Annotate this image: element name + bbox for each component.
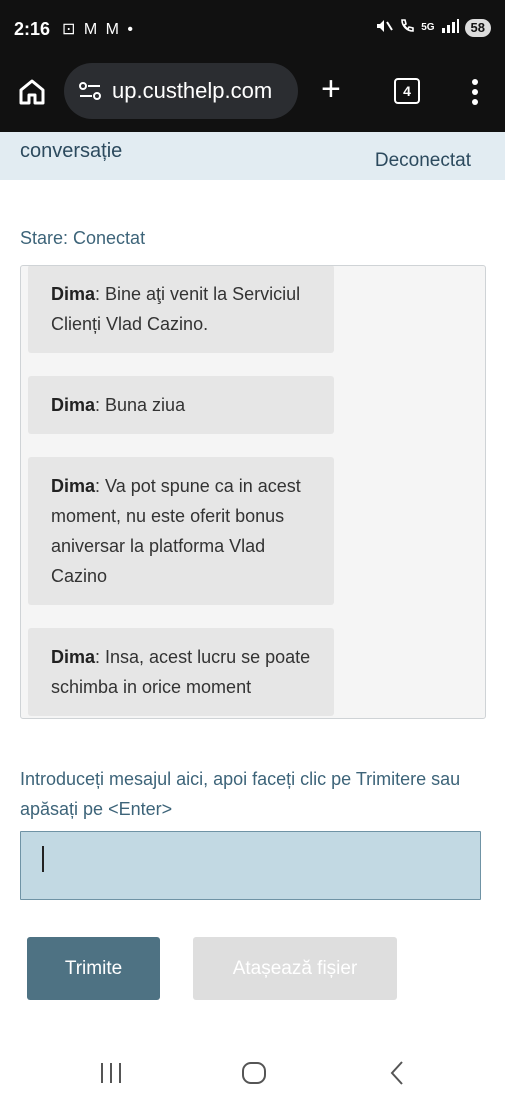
page-header: conversație Deconectat bbox=[0, 132, 505, 180]
chat-message: Dima: Insa, acest lucru se poate schimba… bbox=[28, 628, 334, 716]
home-button-icon[interactable] bbox=[241, 1061, 267, 1085]
call-icon bbox=[399, 18, 415, 37]
home-icon[interactable] bbox=[17, 77, 47, 107]
browser-toolbar: up.custhelp.com + 4 bbox=[0, 60, 505, 132]
disconnect-link[interactable]: Deconectat bbox=[375, 150, 471, 172]
message-author: Dima bbox=[51, 476, 96, 496]
tab-switcher-button[interactable]: 4 bbox=[394, 78, 420, 104]
message-author: Dima bbox=[51, 647, 96, 667]
message-author: Dima bbox=[51, 395, 96, 415]
network-type: 5G bbox=[421, 22, 435, 33]
new-tab-icon[interactable]: + bbox=[321, 72, 341, 106]
site-info-icon[interactable] bbox=[78, 81, 102, 101]
chat-message: Dima: Buna ziua bbox=[28, 376, 334, 434]
chat-status: Stare: Conectat bbox=[20, 228, 146, 248]
status-time: 2:16 bbox=[14, 19, 51, 39]
url-bar[interactable]: up.custhelp.com bbox=[64, 63, 298, 119]
send-button[interactable]: Trimite bbox=[27, 937, 160, 1000]
notification-icons: ⊡ M M • bbox=[62, 21, 135, 38]
input-prompt: Introduceți mesajul aici, apoi faceți cl… bbox=[20, 769, 461, 819]
more-menu-icon[interactable] bbox=[465, 77, 485, 107]
system-nav-bar bbox=[0, 1040, 505, 1104]
back-icon[interactable] bbox=[388, 1059, 406, 1087]
mute-icon bbox=[375, 18, 394, 37]
chat-transcript[interactable]: Dima: Bine aţi venit la Serviciul Clienț… bbox=[20, 265, 486, 719]
message-text: : Buna ziua bbox=[95, 395, 186, 415]
url-text: up.custhelp.com bbox=[112, 78, 273, 103]
message-author: Dima bbox=[51, 284, 96, 304]
attach-file-button[interactable]: Atașează fișier bbox=[193, 937, 397, 1000]
chat-message: Dima: Bine aţi venit la Serviciul Clienț… bbox=[28, 266, 334, 353]
status-bar: 2:16 ⊡ M M • 5G 58 bbox=[0, 0, 505, 60]
page-title: conversație bbox=[20, 140, 123, 162]
signal-icon bbox=[441, 19, 459, 36]
recent-apps-icon[interactable] bbox=[98, 1062, 124, 1084]
message-input[interactable] bbox=[20, 831, 481, 900]
text-caret bbox=[42, 846, 44, 872]
status-indicators: 5G 58 bbox=[375, 18, 491, 37]
battery-indicator: 58 bbox=[464, 18, 491, 37]
chat-message: Dima: Va pot spune ca in acest moment, n… bbox=[28, 457, 334, 605]
